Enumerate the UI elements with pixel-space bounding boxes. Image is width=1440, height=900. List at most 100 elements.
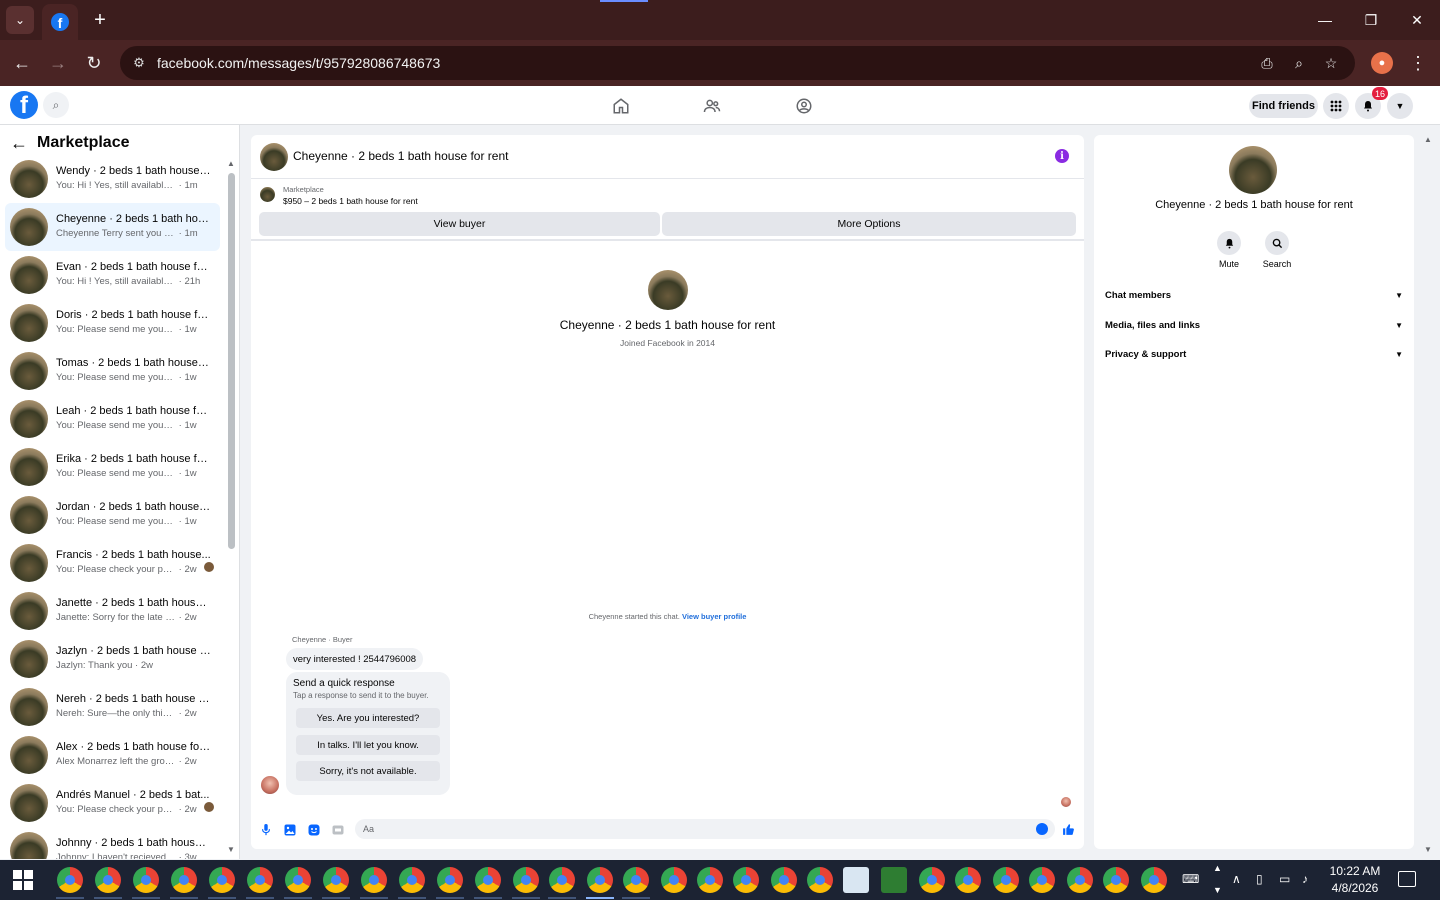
conversation-item[interactable]: Johnny · 2 beds 1 bath house f... Johnny:… <box>5 827 220 859</box>
mute-action[interactable]: Mute <box>1209 231 1249 269</box>
buyer-avatar[interactable] <box>261 776 279 794</box>
windows-start-icon[interactable] <box>13 870 33 890</box>
zoom-icon[interactable]: ⌕ <box>1288 54 1310 72</box>
sidebar-scrollbar[interactable] <box>228 173 235 549</box>
groups-icon[interactable] <box>792 94 816 118</box>
bookmark-star-icon[interactable]: ☆ <box>1320 54 1342 72</box>
media-files-links-section[interactable]: Media, files and links ▼ <box>1105 316 1403 334</box>
search-action[interactable]: Search <box>1257 231 1297 269</box>
chrome-profile-icon[interactable] <box>323 867 349 893</box>
chrome-profile-icon[interactable] <box>661 867 687 893</box>
conversation-item[interactable]: Tomas · 2 beds 1 bath house fo... You: Pl… <box>5 347 220 395</box>
taskbar-scroll-up-icon[interactable]: ▲ <box>1213 863 1222 873</box>
account-chevron-icon[interactable]: ▼ <box>1387 93 1413 119</box>
new-tab-button[interactable]: + <box>88 8 112 32</box>
chrome-profile-icon[interactable] <box>133 867 159 893</box>
conversation-item[interactable]: Doris · 2 beds 1 bath house for ... You: … <box>5 299 220 347</box>
quick-response-in-talks[interactable]: In talks. I'll let you know. <box>296 735 440 755</box>
taskbar-scroll-down-icon[interactable]: ▼ <box>1213 885 1222 895</box>
chrome-profile-icon[interactable] <box>285 867 311 893</box>
more-options-button[interactable]: More Options <box>662 212 1076 236</box>
network-icon[interactable]: ▭ <box>1279 872 1290 886</box>
message-input[interactable]: Aa <box>355 819 1055 839</box>
taskbar-app-icon[interactable] <box>843 867 869 893</box>
conversation-item[interactable]: Nereh · 2 beds 1 bath house for... Nereh:… <box>5 683 220 731</box>
home-icon[interactable] <box>609 94 633 118</box>
microphone-icon[interactable] <box>259 823 273 837</box>
chrome-profile-icon[interactable] <box>209 867 235 893</box>
chrome-profile-icon[interactable] <box>733 867 759 893</box>
quick-response-not-available[interactable]: Sorry, it's not available. <box>296 761 440 781</box>
chrome-profile-icon[interactable] <box>771 867 797 893</box>
chrome-profile-icon[interactable] <box>1103 867 1129 893</box>
chrome-profile-icon[interactable] <box>1067 867 1093 893</box>
listing-price[interactable]: $950 – 2 beds 1 bath house for rent <box>283 196 418 206</box>
sticker-icon[interactable] <box>307 823 321 837</box>
details-avatar[interactable] <box>1229 146 1277 194</box>
gif-icon[interactable] <box>331 823 345 837</box>
listing-thumbnail[interactable] <box>260 187 275 202</box>
page-scroll-up-icon[interactable]: ▲ <box>1424 135 1432 144</box>
minimize-button[interactable]: — <box>1310 6 1340 34</box>
chrome-profile-icon[interactable] <box>57 867 83 893</box>
find-friends-button[interactable]: Find friends <box>1249 94 1318 118</box>
chat-title[interactable]: Cheyenne · 2 beds 1 bath house for rent <box>293 149 508 163</box>
chrome-profile-icon[interactable] <box>587 867 613 893</box>
message-bubble[interactable]: very interested ! 2544796008 <box>286 648 424 670</box>
thumbs-up-icon[interactable] <box>1060 821 1076 837</box>
address-url[interactable]: facebook.com/messages/t/957928086748673 <box>157 55 440 71</box>
profile-avatar[interactable] <box>647 270 688 310</box>
chrome-profile-icon[interactable] <box>361 867 387 893</box>
view-buyer-profile-link[interactable]: View buyer profile <box>682 612 746 621</box>
browser-profile-avatar[interactable]: ● <box>1371 52 1393 74</box>
browser-tab-facebook[interactable]: f <box>42 4 78 40</box>
chrome-profile-icon[interactable] <box>623 867 649 893</box>
emoji-icon[interactable] <box>1036 823 1048 835</box>
forward-button[interactable]: → <box>44 49 72 77</box>
chrome-profile-icon[interactable] <box>919 867 945 893</box>
friends-icon[interactable] <box>700 94 724 118</box>
conversation-item[interactable]: Jazlyn · 2 beds 1 bath house for... Jazly… <box>5 635 220 683</box>
conversation-info-icon[interactable]: i <box>1055 149 1069 163</box>
conversation-item[interactable]: Alex · 2 beds 1 bath house for r... Alex … <box>5 731 220 779</box>
volume-icon[interactable]: ♪ <box>1302 872 1308 886</box>
scroll-down-arrow-icon[interactable]: ▼ <box>227 845 235 854</box>
search-icon[interactable] <box>1265 231 1289 255</box>
show-hidden-icons-icon[interactable]: ∧ <box>1232 872 1241 886</box>
menu-grid-icon[interactable] <box>1323 93 1349 119</box>
taskbar-app-icon[interactable] <box>881 867 907 893</box>
conversation-item[interactable]: Leah · 2 beds 1 bath house for r... You: … <box>5 395 220 443</box>
conversation-item[interactable]: Francis · 2 beds 1 bath house... You: Ple… <box>5 539 220 587</box>
tab-search-chevron-icon[interactable]: ⌄ <box>6 6 34 34</box>
taskbar-clock[interactable]: 10:22 AM 4/8/2026 <box>1320 863 1390 897</box>
site-settings-icon[interactable]: ⚙ <box>130 54 148 72</box>
page-scroll-down-icon[interactable]: ▼ <box>1424 845 1432 854</box>
conversation-item[interactable]: Cheyenne · 2 beds 1 bath hous... Cheyenne… <box>5 203 220 251</box>
chrome-profile-icon[interactable] <box>475 867 501 893</box>
close-window-button[interactable]: ✕ <box>1402 6 1432 34</box>
install-app-icon[interactable]: ⎙ <box>1256 54 1278 72</box>
chrome-profile-icon[interactable] <box>437 867 463 893</box>
conversation-item[interactable]: Janette · 2 beds 1 bath house f... Janett… <box>5 587 220 635</box>
conversation-item[interactable]: Wendy · 2 beds 1 bath house fo... You: Hi… <box>5 155 220 203</box>
notification-center-icon[interactable] <box>1398 871 1416 887</box>
chrome-profile-icon[interactable] <box>697 867 723 893</box>
chrome-profile-icon[interactable] <box>171 867 197 893</box>
browser-menu-icon[interactable]: ⋮ <box>1408 52 1428 74</box>
chrome-profile-icon[interactable] <box>955 867 981 893</box>
facebook-search-icon[interactable]: ⌕ <box>43 92 69 118</box>
conversation-item[interactable]: Erika · 2 beds 1 bath house for r... You:… <box>5 443 220 491</box>
chrome-profile-icon[interactable] <box>807 867 833 893</box>
conversation-item[interactable]: Andrés Manuel · 2 beds 1 bat... You: Plea… <box>5 779 220 827</box>
chrome-profile-icon[interactable] <box>549 867 575 893</box>
touch-keyboard-icon[interactable]: ⌨ <box>1182 872 1199 886</box>
back-button[interactable]: ← <box>8 49 36 77</box>
chrome-profile-icon[interactable] <box>993 867 1019 893</box>
quick-response-yes[interactable]: Yes. Are you interested? <box>296 708 440 728</box>
photo-icon[interactable] <box>283 823 297 837</box>
chrome-profile-icon[interactable] <box>247 867 273 893</box>
facebook-logo[interactable]: f <box>10 91 38 119</box>
reload-button[interactable]: ↻ <box>80 49 108 77</box>
restore-button[interactable]: ❐ <box>1356 6 1386 34</box>
conversation-item[interactable]: Evan · 2 beds 1 bath house for r... You: … <box>5 251 220 299</box>
